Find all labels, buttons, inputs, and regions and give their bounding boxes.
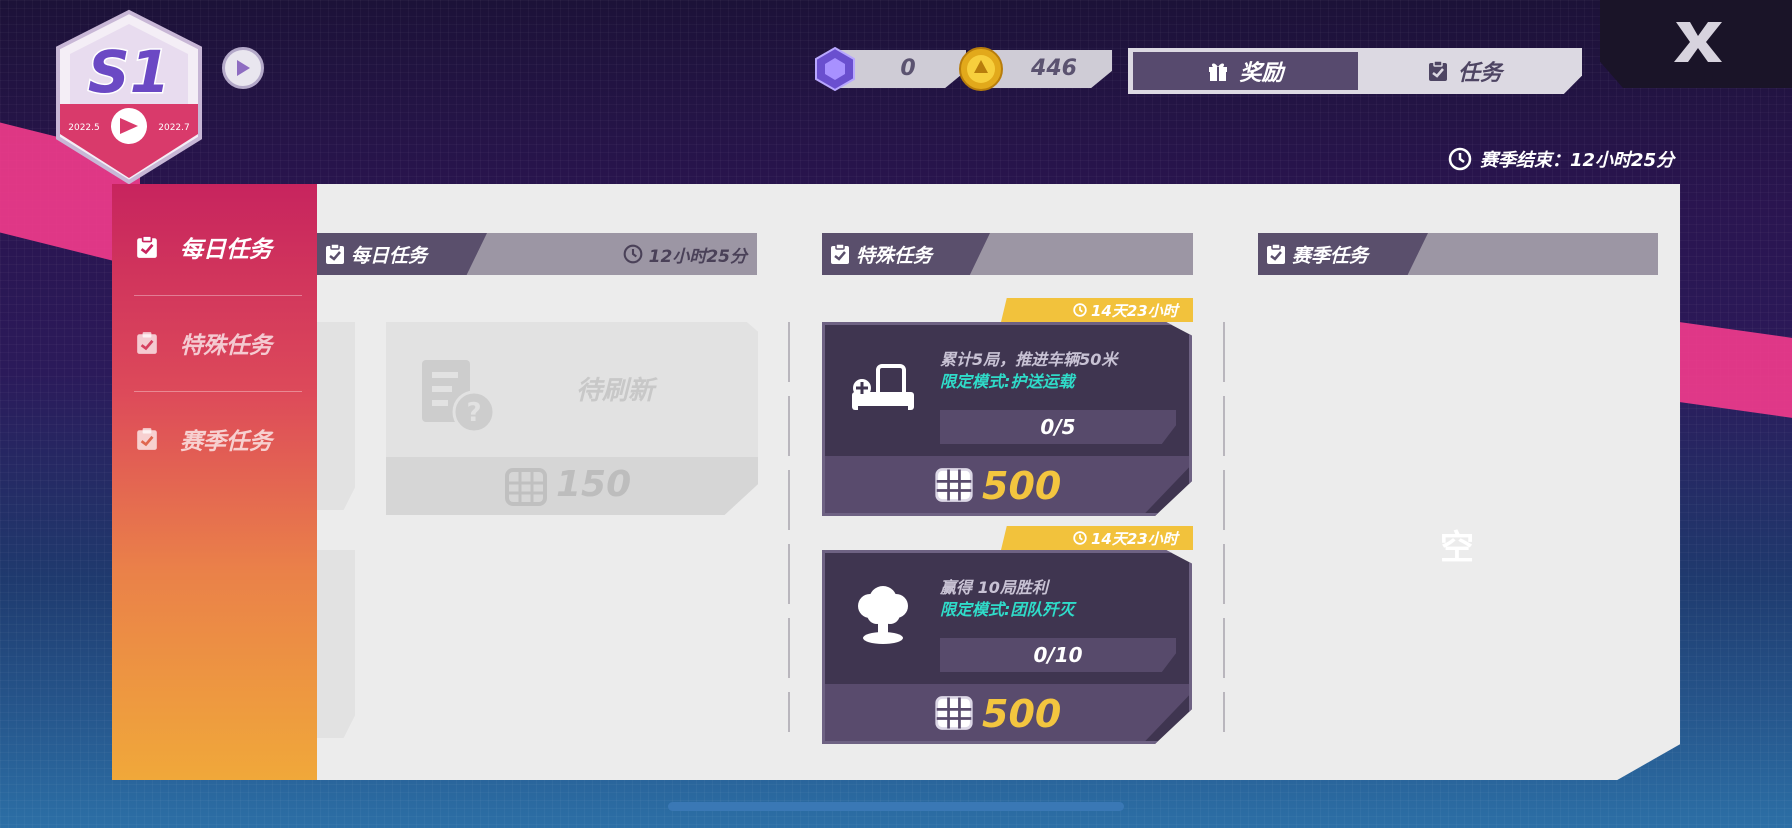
tab-tasks-label: 任务 [1457,61,1502,86]
daily-section-title: 每日任务 [325,233,427,275]
tab-tasks[interactable]: 任务 [1360,52,1570,90]
svg-text:2022.7: 2022.7 [158,123,190,133]
daily-title-text: 每日任务 [351,244,428,267]
sidebar-item-daily[interactable]: 每日任务 [136,224,306,270]
daily-refresh-card: ? 待刷新 150 [386,322,758,515]
clipboard-check-icon [137,428,157,450]
clipboard-check-icon [1428,60,1447,81]
season-end-timer: 赛季结束：12小时25分 [1448,146,1674,172]
clipboard-check-icon [137,332,157,354]
daily-timer: 12小时25分 [623,233,747,275]
season-title-text: 赛季任务 [1292,244,1369,267]
task-description: 赢得 10局胜利 [940,578,1048,597]
ticket-icon [505,468,547,506]
clipboard-check-icon [137,235,157,258]
season-section-title: 赛季任务 [1266,233,1368,275]
clock-icon [1073,303,1087,317]
special-task-card[interactable]: 赢得 10局胜利 限定模式:团队歼灭 0/10 500 [822,550,1192,744]
sidebar: 每日任务 特殊任务 赛季任务 [112,184,317,780]
coin-currency: 446 [958,47,1112,91]
play-icon [237,60,250,76]
sidebar-item-label: 赛季任务 [180,429,272,455]
coin-icon [959,47,1003,91]
unknown-task-icon: ? [422,360,496,434]
season-empty-label: 空 [1440,528,1474,568]
sidebar-item-special[interactable]: 特殊任务 [136,320,306,366]
top-tab-switch: 奖励 任务 [1128,48,1582,94]
clipboard-check-icon [326,243,344,264]
tab-rewards[interactable]: 奖励 [1133,52,1358,90]
crystal-currency: 0 [812,46,966,92]
special-title-text: 特殊任务 [856,244,933,267]
column-divider [788,322,790,732]
tab-rewards-label: 奖励 [1239,61,1284,86]
task-deadline-text: 14天23小时 [1091,529,1178,548]
task-progress: 0/10 [940,638,1176,672]
explosion-icon [858,586,908,644]
special-task-card[interactable]: 累计5局，推进车辆50米 限定模式:护送运载 0/5 500 [822,322,1192,516]
task-description: 累计5局，推进车辆50米 [940,350,1118,369]
play-button[interactable] [222,47,264,89]
daily-card-partial-1 [317,322,355,510]
daily-section-header: 每日任务 12小时25分 [317,233,757,275]
task-deadline-text: 14天23小时 [1091,301,1178,320]
special-section-title: 特殊任务 [830,233,932,275]
season-end-label: 赛季结束：12小时25分 [1480,150,1675,171]
sidebar-divider [134,391,302,392]
svg-text:2022.5: 2022.5 [68,123,100,133]
season-section-header: 赛季任务 [1258,233,1658,275]
clipboard-check-icon [831,243,849,264]
clock-icon [623,244,643,264]
sidebar-divider [134,295,302,296]
task-deadline-badge: 14天23小时 [1001,526,1193,550]
sidebar-item-label: 每日任务 [180,237,272,263]
task-mode: 限定模式:团队歼灭 [940,600,1075,619]
task-deadline-badge: 14天23小时 [1001,298,1193,322]
daily-timer-text: 12小时25分 [648,246,747,267]
task-progress: 0/5 [940,410,1176,444]
refresh-pending-label: 待刷新 [576,376,655,406]
task-reward-value: 500 [982,464,1062,508]
clipboard-check-icon [1267,243,1285,264]
special-section-header: 特殊任务 [822,233,1193,275]
clock-icon [1073,531,1087,545]
task-mode: 限定模式:护送运载 [940,372,1075,391]
crystal-icon [815,46,855,92]
clock-icon [1448,147,1472,171]
daily-card-partial-2 [317,550,355,738]
sidebar-item-label: 特殊任务 [180,333,272,359]
season-badge[interactable]: S1 2022.5 2022.7 [50,8,208,186]
refresh-reward-value: 150 [556,464,632,505]
gift-icon [1209,63,1228,81]
home-indicator[interactable] [668,802,1124,811]
task-reward-value: 500 [982,692,1062,736]
ticket-icon [935,696,973,730]
svg-text:?: ? [466,398,481,428]
ticket-icon [935,468,973,502]
close-icon[interactable] [1670,16,1726,68]
vehicle-icon [852,364,914,412]
svg-text:S1: S1 [88,38,170,106]
column-divider [1223,322,1225,732]
sidebar-item-season[interactable]: 赛季任务 [136,416,306,462]
